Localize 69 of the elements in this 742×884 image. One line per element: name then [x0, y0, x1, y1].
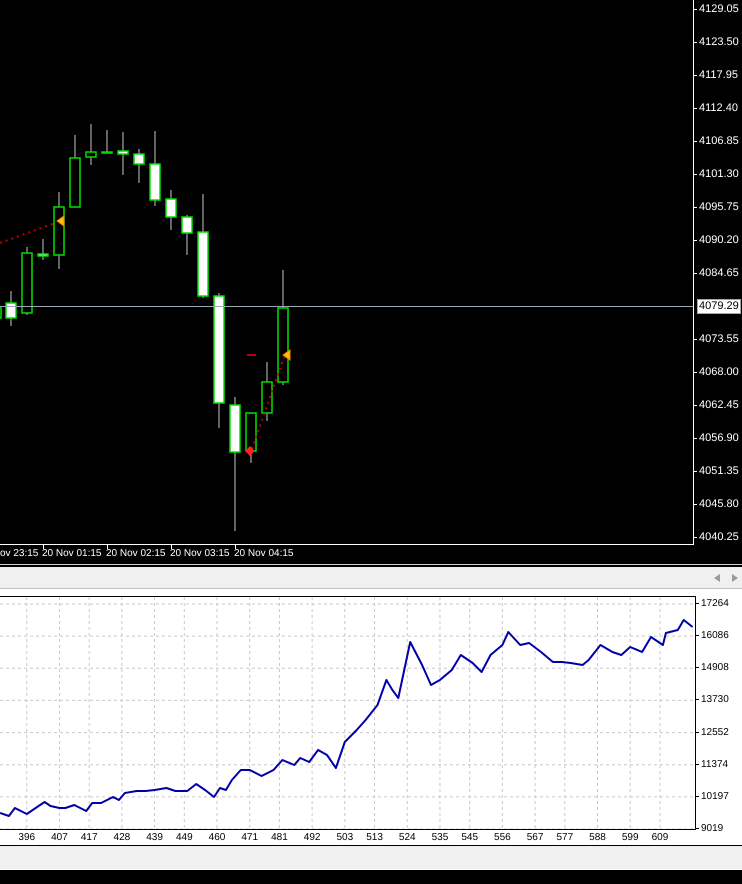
- candle: [181, 214, 193, 256]
- axis-label: 481: [271, 831, 288, 844]
- order-dash: [247, 354, 256, 356]
- price-label: 4040.25: [699, 531, 739, 544]
- arrow-marker-icon: [282, 349, 290, 361]
- price-label: 4123.50: [699, 36, 739, 49]
- axis-label: 12552: [701, 726, 729, 739]
- arrow-marker-icon: [56, 215, 64, 227]
- candle: [85, 124, 97, 166]
- price-label: 4084.65: [699, 267, 739, 280]
- axis-label: 396: [18, 831, 36, 844]
- axis-label: 567: [526, 831, 544, 844]
- axis-label: 535: [432, 831, 448, 844]
- axis-label: 492: [304, 831, 320, 844]
- current-price-label: 4079.29: [697, 299, 741, 314]
- axis-label: 13730: [701, 693, 729, 706]
- axis-label: 11374: [701, 758, 728, 771]
- axis-label: 17264: [701, 596, 729, 610]
- time-label: 20 Nov 01:15: [42, 547, 102, 561]
- price-label: 4056.90: [699, 432, 739, 445]
- price-label: 4106.85: [699, 135, 739, 148]
- axis-label: 14908: [701, 661, 729, 674]
- candle: [261, 362, 273, 422]
- candle: [245, 412, 257, 464]
- axis-label: 524: [398, 831, 416, 844]
- price-label: 4045.80: [699, 498, 739, 511]
- axis-label: 9019: [701, 822, 724, 835]
- scroll-right-icon[interactable]: [732, 574, 738, 582]
- candle: [101, 130, 113, 154]
- price-label: 4117.95: [699, 69, 738, 82]
- axis-label: 460: [208, 831, 226, 844]
- price-label: 4090.20: [699, 234, 739, 247]
- candle: [37, 238, 49, 260]
- price-label: 4129.05: [699, 3, 739, 16]
- axis-label: 556: [494, 831, 511, 844]
- price-label: 4068.00: [699, 366, 739, 379]
- price-label: 4095.75: [699, 201, 739, 214]
- price-label: 4073.55: [699, 333, 739, 346]
- time-label: ov 23:15: [0, 547, 38, 561]
- price-label: 4051.35: [699, 465, 739, 478]
- arrow-marker-icon: [245, 446, 253, 456]
- time-label: 20 Nov 03:15: [170, 547, 230, 561]
- axis-label: 428: [114, 831, 130, 844]
- candle: [5, 290, 17, 326]
- axis-label: 503: [336, 831, 354, 844]
- axis-label: 599: [622, 831, 639, 844]
- axis-label: 417: [80, 831, 98, 844]
- axis-label: 577: [556, 831, 574, 844]
- scroll-left-icon[interactable]: [714, 574, 720, 582]
- candle: [165, 190, 177, 230]
- price-label: 4112.40: [699, 102, 738, 115]
- axis-label: 439: [146, 831, 163, 844]
- axis-label: 609: [652, 831, 668, 844]
- axis-label: 471: [241, 831, 258, 844]
- trade-line: [0, 222, 56, 244]
- axis-label: 10197: [701, 790, 729, 803]
- axis-label: 545: [461, 831, 478, 844]
- axis-label: 588: [589, 831, 606, 844]
- candle: [117, 132, 129, 176]
- price-label: 4101.30: [699, 168, 739, 181]
- axis-label: 16086: [701, 629, 729, 642]
- axis-label: 513: [366, 831, 383, 844]
- candle: [21, 246, 33, 316]
- axis-label: 407: [51, 831, 68, 844]
- candle: [133, 148, 145, 184]
- time-label: 20 Nov 04:15: [234, 547, 294, 561]
- price-label: 4062.45: [699, 399, 739, 412]
- axis-label: 449: [176, 831, 193, 844]
- time-label: 20 Nov 02:15: [106, 547, 166, 561]
